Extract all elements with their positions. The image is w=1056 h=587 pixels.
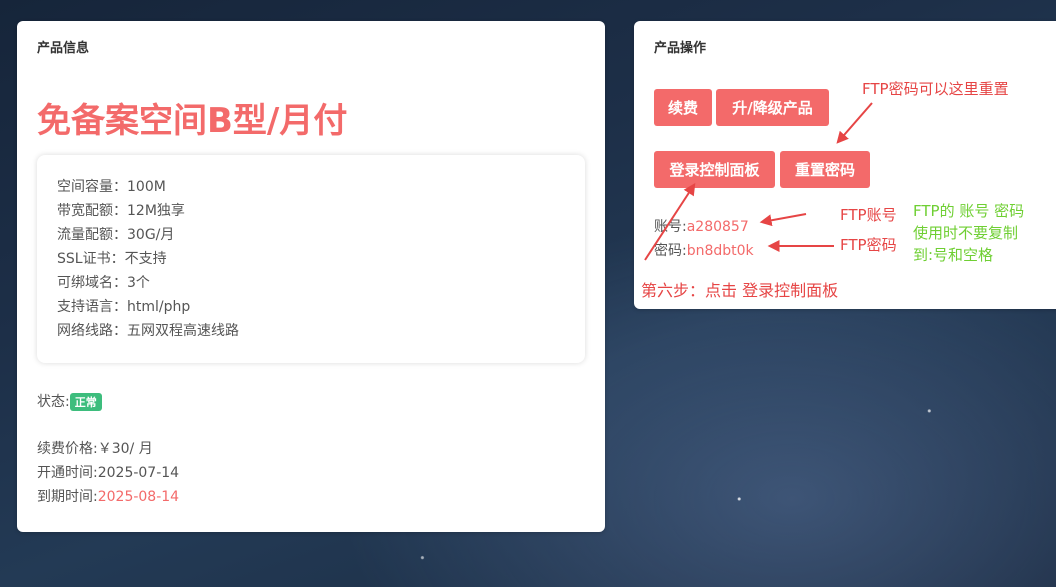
copy-note-line: FTP的 账号 密码 [913, 202, 1025, 220]
open-time-value: 2025-07-14 [97, 465, 180, 481]
product-name: 免备案空间B型/月付 [37, 101, 348, 141]
expire-time-label: 到期时间: [37, 489, 98, 505]
status-label: 状态: [37, 394, 70, 410]
status-badge: 正常 [69, 393, 102, 411]
status-row: 状态: 正常 [37, 391, 102, 411]
expire-time-value: 2025-08-14 [97, 489, 180, 505]
reset-password-button[interactable]: 重置密码 [780, 151, 870, 188]
account-label: 账号: [654, 219, 687, 235]
copy-note-line: 到:号和空格 [913, 246, 994, 264]
reset-note-annotation: FTP密码可以这里重置 [862, 80, 1009, 98]
open-time-label: 开通时间: [37, 465, 98, 481]
renew-price: 续费价格:￥30/ 月 [37, 441, 153, 457]
step-six-annotation: 第六步：点击 登录控制面板 [641, 281, 839, 300]
account-row: 账号:a280857 [654, 216, 749, 236]
copy-note-annotation: FTP的 账号 密码 使用时不要复制 到:号和空格 [913, 200, 1024, 266]
expire-time-row: 到期时间:2025-08-14 [37, 485, 179, 509]
product-meta: 续费价格:￥30/ 月 开通时间:2025-07-14 到期时间:2025-08… [37, 437, 179, 509]
spec-item: 可绑域名：3个 [57, 275, 150, 291]
spec-item: 空间容量：100M [57, 179, 166, 195]
spec-item: SSL证书：不支持 [57, 251, 167, 267]
password-label: 密码: [654, 243, 687, 259]
spec-item: 带宽配额：12M独享 [57, 203, 185, 219]
password-value: bn8dbt0k [686, 243, 754, 259]
copy-note-line: 使用时不要复制 [913, 224, 1019, 242]
ftp-password-annotation: FTP密码 [840, 236, 897, 254]
open-time-row: 开通时间:2025-07-14 [37, 461, 179, 485]
product-info-title: 产品信息 [37, 41, 90, 56]
spec-item: 流量配额：30G/月 [57, 227, 175, 243]
spec-box: 空间容量：100M 带宽配额：12M独享 流量配额：30G/月 SSL证书：不支… [37, 155, 585, 363]
spec-list: 空间容量：100M 带宽配额：12M独享 流量配额：30G/月 SSL证书：不支… [57, 175, 239, 343]
renew-button[interactable]: 续费 [654, 89, 712, 126]
upgrade-button[interactable]: 升/降级产品 [716, 89, 829, 126]
spec-item: 网络线路：五网双程高速线路 [57, 323, 239, 339]
login-panel-button[interactable]: 登录控制面板 [654, 151, 775, 188]
product-info-card: 产品信息 免备案空间B型/月付 空间容量：100M 带宽配额：12M独享 流量配… [17, 21, 605, 532]
ftp-account-annotation: FTP账号 [840, 206, 897, 224]
spec-item: 支持语言：html/php [57, 299, 191, 315]
password-row: 密码:bn8dbt0k [654, 240, 754, 260]
account-value: a280857 [686, 219, 749, 235]
product-ops-title: 产品操作 [654, 41, 707, 56]
